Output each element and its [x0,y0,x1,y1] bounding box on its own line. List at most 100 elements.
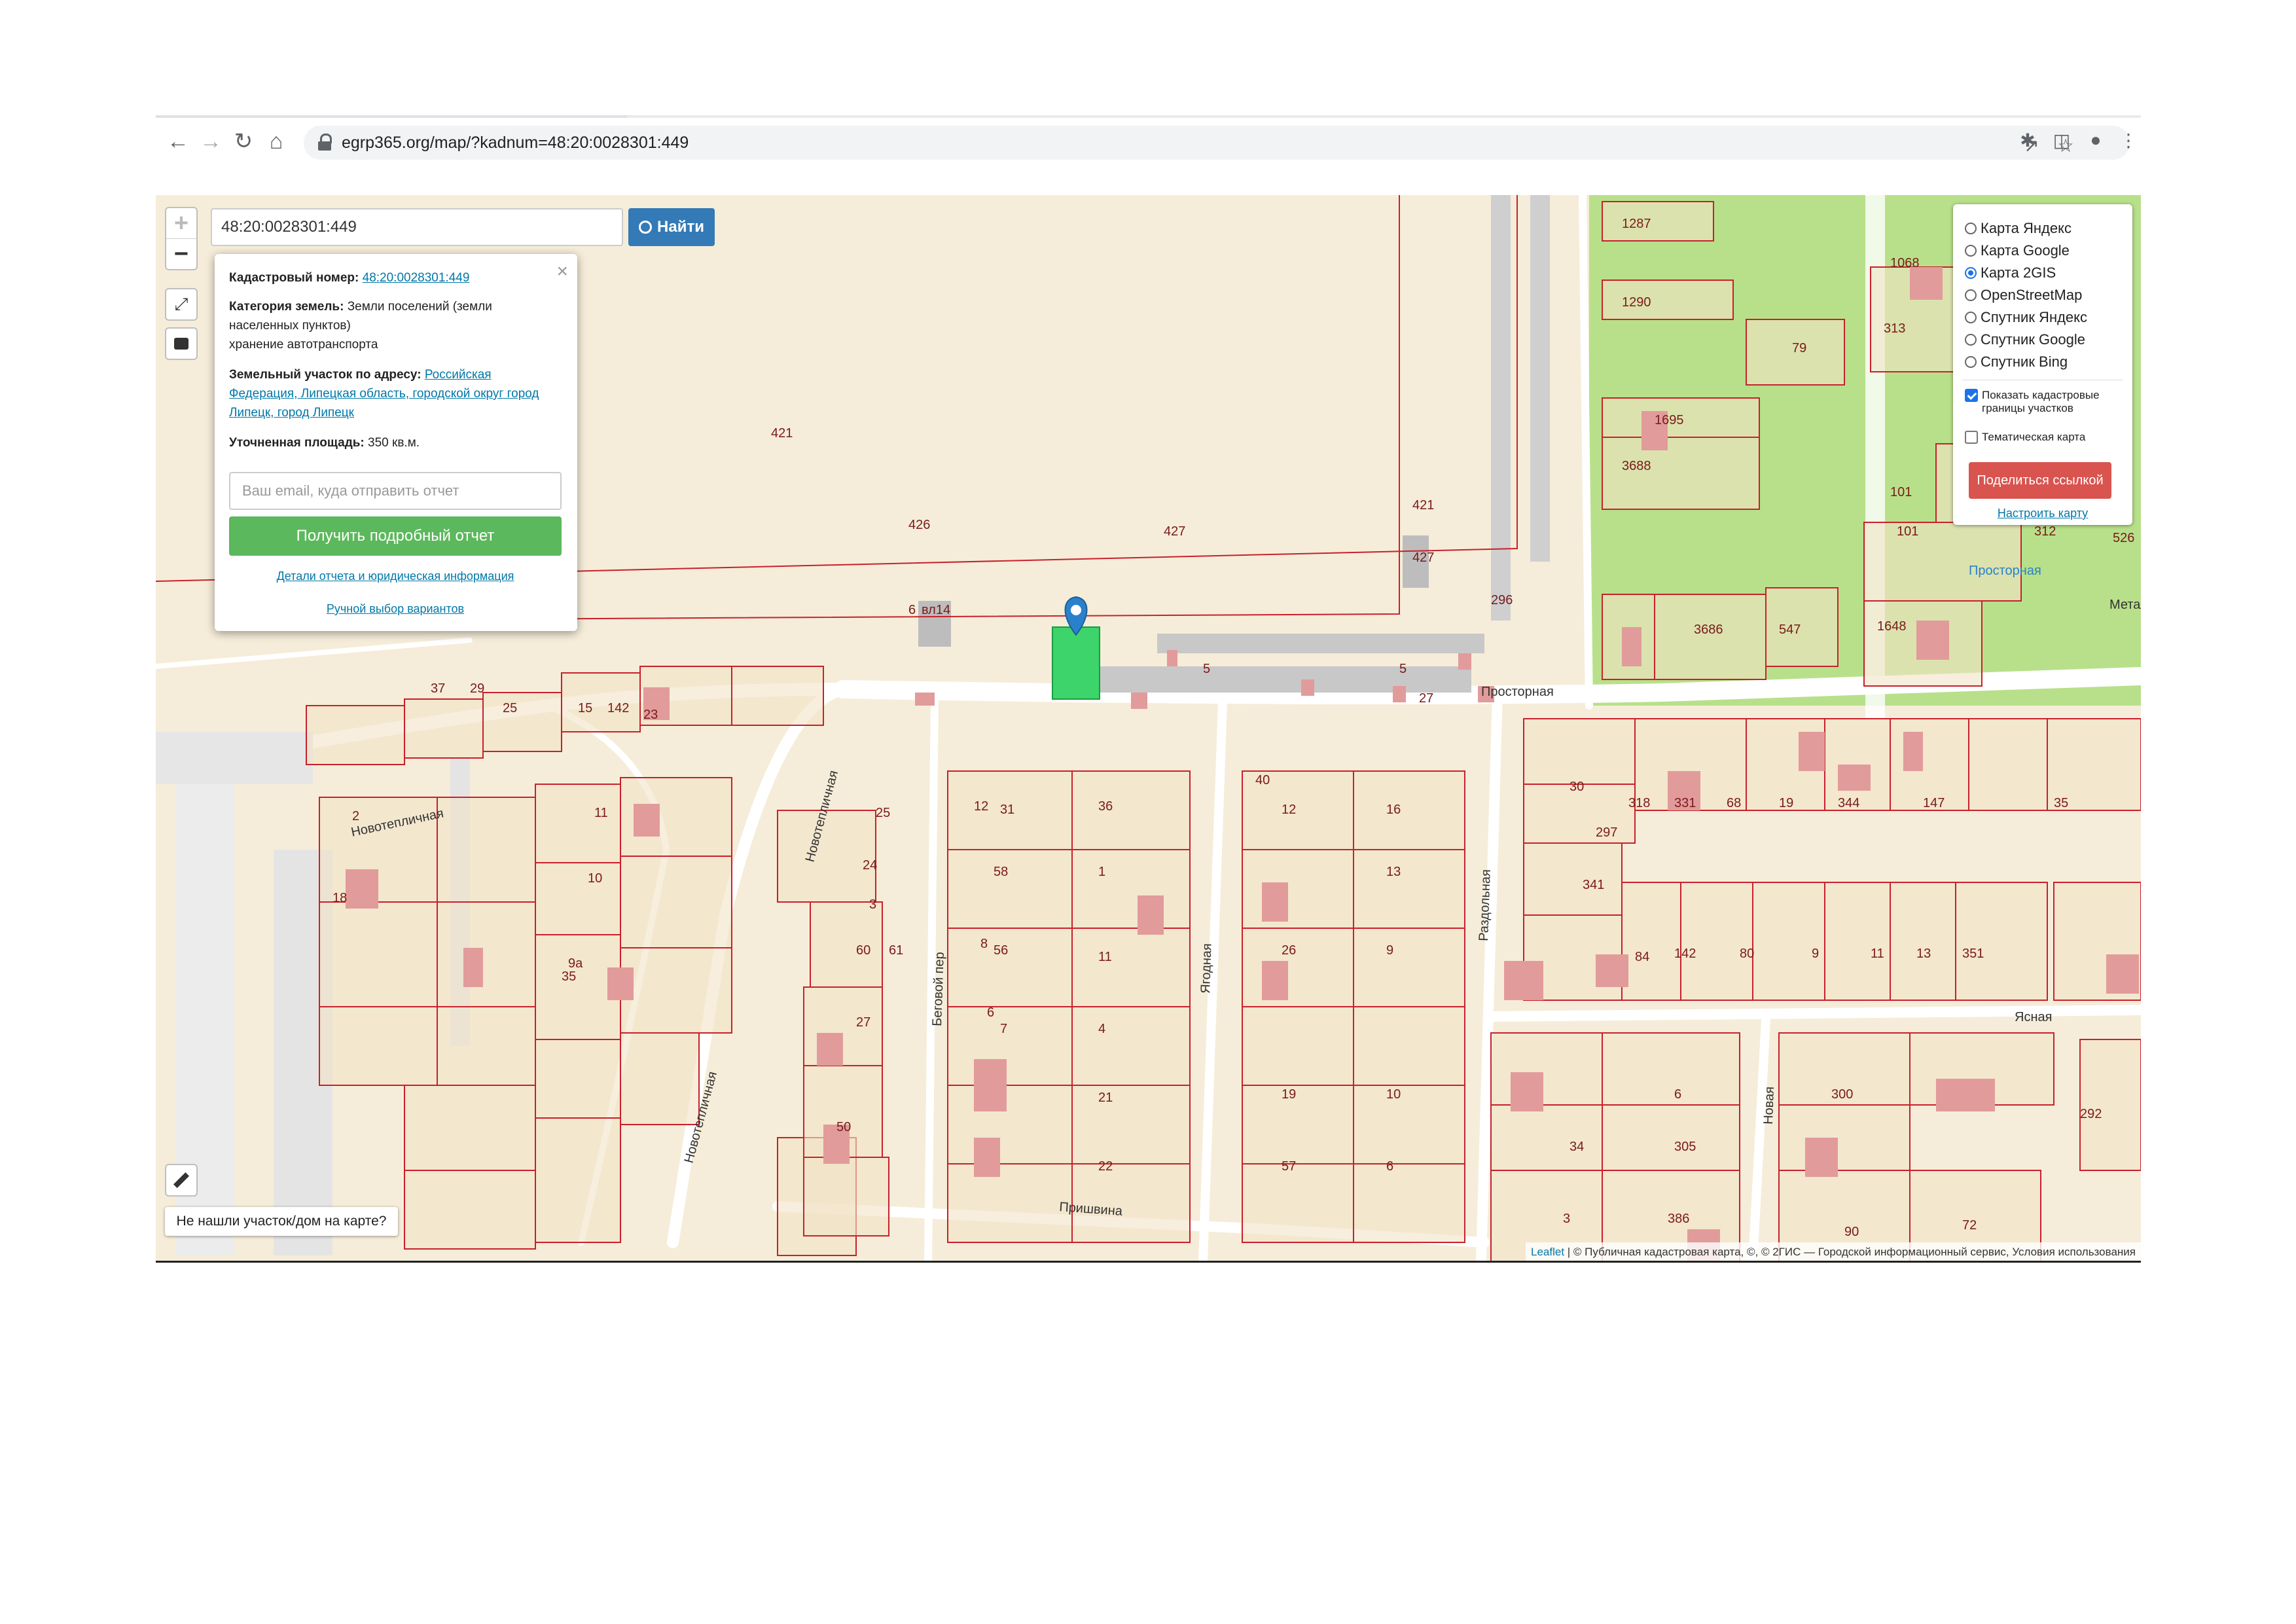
reload-icon[interactable]: ↻ [229,127,258,156]
map-viewport[interactable]: 421421426 427421427 2966вл14 5527 231421… [156,195,2141,1262]
home-icon[interactable]: ⌂ [262,127,291,156]
svg-text:90: 90 [1844,1225,1859,1239]
svg-text:36: 36 [1098,799,1113,814]
svg-text:25: 25 [503,701,517,715]
svg-text:318: 318 [1628,796,1650,810]
svg-text:426: 426 [908,518,930,532]
svg-text:27: 27 [1419,691,1433,706]
menu-icon[interactable]: ⋮ [2115,127,2142,153]
ruler-icon [173,1172,190,1189]
svg-text:101: 101 [1890,485,1912,499]
find-button[interactable]: Найти [628,208,715,246]
layer-label: Карта Яндекс [1981,220,2072,236]
fullscreen-button[interactable]: ⤢ [165,288,198,321]
configure-map-link[interactable]: Настроить карту [1953,507,2132,520]
svg-text:1287: 1287 [1622,217,1651,231]
cadastral-number-link[interactable]: 48:20:0028301:449 [363,271,470,285]
layer-option-yandex-satellite[interactable]: Спутник Яндекс [1965,309,2087,326]
svg-text:10: 10 [1386,1087,1401,1102]
layers-panel: Карта Яндекс Карта Google Карта 2GIS Ope… [1953,204,2132,525]
zoom-control: + − [165,207,198,270]
svg-text:27: 27 [856,1015,870,1030]
layer-option-google-map[interactable]: Карта Google [1965,242,2070,259]
svg-text:3688: 3688 [1622,459,1651,473]
get-report-button[interactable]: Получить подробный отчет [229,516,562,556]
side-panel-icon[interactable]: ◫ [2049,127,2075,153]
thematic-map-option[interactable]: Тематическая карта [1965,431,2085,444]
svg-text:11: 11 [594,806,608,820]
layer-option-google-satellite[interactable]: Спутник Google [1965,331,2085,348]
selected-parcel [1052,626,1100,700]
layer-option-yandex-map[interactable]: Карта Яндекс [1965,220,2072,237]
radio-button-selected[interactable] [1965,267,1977,279]
layer-option-bing-satellite[interactable]: Спутник Bing [1965,353,2068,370]
radio-button[interactable] [1965,289,1977,301]
email-input[interactable]: Ваш email, куда отправить отчет [229,472,562,510]
layer-option-2gis-map[interactable]: Карта 2GIS [1965,264,2056,281]
svg-text:Беговой пер: Беговой пер [930,952,947,1026]
measure-button[interactable] [165,1164,198,1197]
svg-text:1695: 1695 [1655,413,1684,427]
thematic-map-checkbox[interactable] [1965,431,1978,444]
leaflet-link[interactable]: Leaflet [1531,1246,1564,1258]
show-boundaries-checkbox[interactable] [1965,389,1978,402]
address-bar[interactable]: egrp365.org/map/?kadnum=48:20:0028301:44… [304,126,2130,160]
svg-text:16: 16 [1386,803,1401,817]
svg-text:142: 142 [607,701,629,715]
svg-text:427: 427 [1412,550,1434,565]
map-attribution: Leaflet | © Публичная кадастровая карта,… [1526,1242,2141,1262]
printer-icon [174,338,188,350]
address-link-1[interactable]: Российская [425,368,492,382]
report-details-link[interactable]: Детали отчета и юридическая информация [229,569,562,583]
radio-button[interactable] [1965,356,1977,368]
svg-text:84: 84 [1635,950,1649,964]
svg-text:5: 5 [1203,662,1210,676]
svg-text:3: 3 [869,897,876,912]
svg-text:29: 29 [470,681,484,696]
profile-icon[interactable]: ● [2083,127,2109,153]
zoom-out-button[interactable]: − [166,239,196,269]
svg-text:147: 147 [1923,796,1945,810]
thematic-map-label: Тематическая карта [1982,431,2086,443]
zoom-in-button[interactable]: + [166,208,196,238]
address-link-3[interactable]: Липецк, город Липецк [229,406,354,420]
show-boundaries-line-2: границы участков [1982,402,2073,414]
radio-button[interactable] [1965,334,1977,346]
svg-text:50: 50 [836,1120,851,1134]
garage-column-2 [1530,195,1550,562]
svg-text:1: 1 [1098,865,1105,879]
svg-text:8: 8 [980,937,988,951]
cadastral-search-input[interactable]: 48:20:0028301:449 [211,208,623,246]
url-text[interactable]: egrp365.org/map/?kadnum=48:20:0028301:44… [342,134,689,153]
lock-icon[interactable] [318,134,332,151]
svg-text:23: 23 [643,708,658,722]
svg-text:300: 300 [1831,1087,1853,1102]
share-link-button[interactable]: Поделиться ссылкой [1969,462,2111,499]
layer-label: Спутник Bing [1981,353,2068,370]
svg-text:331: 331 [1674,796,1696,810]
not-found-button[interactable]: Не нашли участок/дом на карте? [165,1207,398,1236]
back-icon[interactable]: ← [164,127,192,156]
svg-text:11: 11 [1871,947,1884,961]
forward-icon[interactable]: → [196,127,225,156]
svg-text:19: 19 [1282,1087,1296,1102]
svg-text:25: 25 [876,806,890,820]
show-boundaries-option[interactable]: Показать кадастровые границы участков [1965,389,2122,415]
address-link-2[interactable]: Федерация, Липецкая область, городской о… [229,387,539,401]
svg-text:3686: 3686 [1694,623,1723,637]
address-label: Земельный участок по адресу: [229,368,422,382]
radio-button[interactable] [1965,312,1977,323]
svg-text:12: 12 [974,799,988,814]
manual-selection-link[interactable]: Ручной выбор вариантов [229,602,562,616]
svg-text:6: 6 [908,603,916,617]
usage-text: хранение автотранспорта [229,338,378,352]
print-button[interactable] [165,327,198,360]
radio-button[interactable] [1965,245,1977,257]
svg-text:142: 142 [1674,947,1696,961]
svg-text:21: 21 [1098,1091,1113,1105]
extensions-icon[interactable]: ✱ [2015,127,2041,153]
svg-text:344: 344 [1838,796,1859,810]
radio-button[interactable] [1965,223,1977,234]
svg-text:292: 292 [2080,1107,2102,1121]
layer-option-osm[interactable]: OpenStreetMap [1965,287,2082,304]
